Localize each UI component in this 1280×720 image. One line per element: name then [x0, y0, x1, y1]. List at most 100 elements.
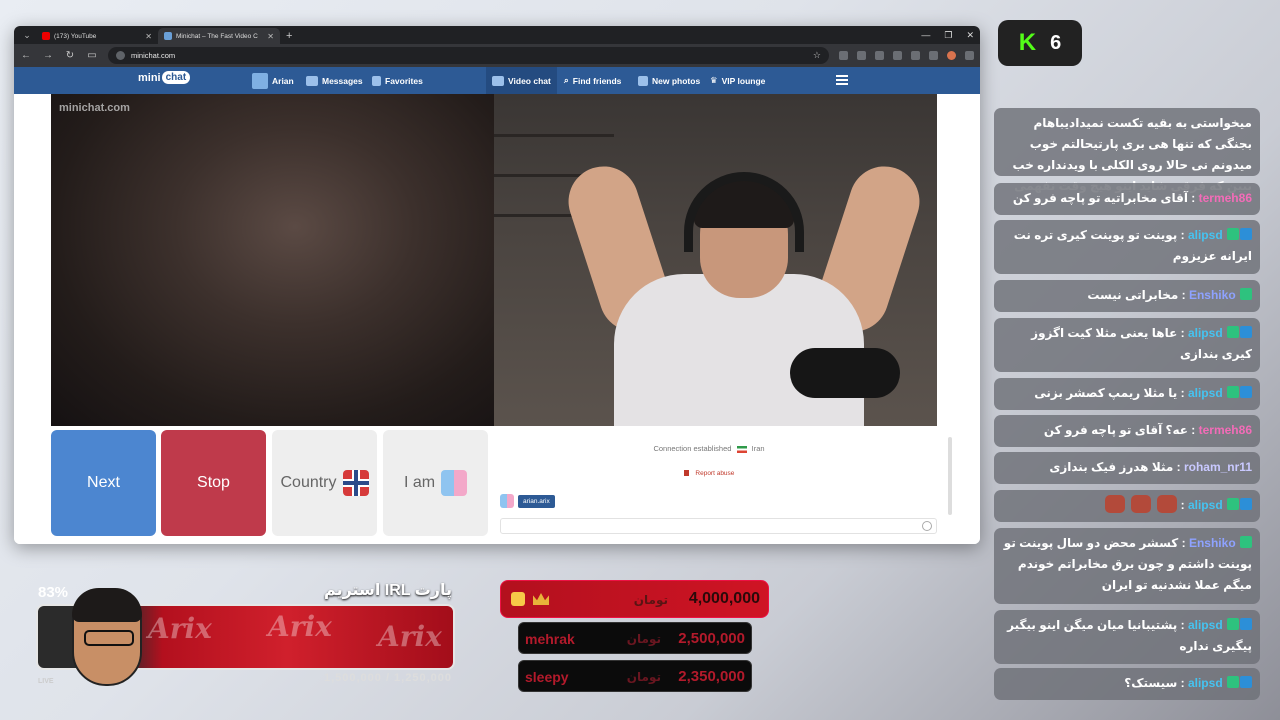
gender-icon	[500, 494, 514, 508]
chat-scrollbar[interactable]	[948, 437, 952, 515]
url-text: minichat.com	[131, 51, 176, 60]
window-close-icon[interactable]: ✕	[966, 26, 974, 44]
extension-icon[interactable]	[857, 51, 866, 60]
nav-vip-lounge[interactable]: ♛ VIP lounge	[710, 67, 765, 94]
currency-unit: تومان	[626, 632, 661, 646]
emote-icon	[1105, 495, 1126, 513]
tab-minichat[interactable]: Minichat – The Fast Video C ✕	[158, 28, 280, 44]
nav-label: Video chat	[508, 75, 551, 86]
button-label: Stop	[197, 474, 230, 491]
minichat-logo[interactable]: mini chat	[138, 71, 191, 84]
profile-icon[interactable]	[929, 51, 938, 60]
moderator-badge-icon	[1240, 326, 1252, 338]
extension-icon[interactable]	[839, 51, 848, 60]
forward-icon[interactable]: →	[42, 50, 54, 61]
live-label: LIVE	[38, 678, 54, 685]
reload-icon[interactable]: ↻	[64, 50, 76, 61]
minimize-icon[interactable]: —	[921, 26, 930, 44]
nav-new-photos[interactable]: New photos	[638, 67, 700, 94]
chat-message: alipsd : عاها یعنی مثلا کیت اگزوز کیری ب…	[994, 318, 1260, 372]
chat-username[interactable]: alipsd	[1188, 498, 1223, 512]
nav-label: Favorites	[385, 75, 423, 86]
address-bar[interactable]: minichat.com ☆	[108, 47, 829, 64]
chat-username[interactable]: alipsd	[1188, 228, 1223, 242]
next-button[interactable]: Next	[51, 430, 156, 536]
chat-text: عه؟ آقای تو پاچه فرو کن	[1043, 423, 1188, 437]
stop-button[interactable]: Stop	[161, 430, 266, 536]
kick-logo-icon: K	[1018, 29, 1037, 56]
tab-strip: ⌄ (173) YouTube ✕ Minichat – The Fast Vi…	[14, 26, 980, 44]
extensions-area	[839, 51, 974, 60]
moderator-badge-icon	[1240, 498, 1252, 510]
gender-button[interactable]: I am	[383, 430, 488, 536]
partner-name[interactable]: arian.arix	[518, 494, 555, 508]
top-donation: تومان 4,000,000	[500, 580, 769, 618]
nav-user[interactable]: Arian	[252, 67, 294, 94]
donation-amount: 4,000,000	[688, 590, 760, 607]
viewer-count-badge: K 6	[998, 20, 1082, 66]
nav-label: New photos	[652, 75, 701, 86]
chat-message: alipsd : پشتیبانیا میان میگن اینو بیگیر …	[994, 610, 1260, 664]
report-label: Report abuse	[695, 470, 735, 477]
partner-video: minichat.com	[51, 94, 494, 426]
bookmark-star-icon[interactable]: ☆	[813, 50, 821, 61]
chat-message: Enshiko : کسشر محض دو سال پوینت تو پوینت…	[994, 528, 1260, 604]
close-icon[interactable]: ✕	[267, 32, 274, 41]
chat-username[interactable]: Enshiko	[1189, 536, 1236, 550]
message-input[interactable]	[500, 518, 937, 534]
chat-text: یا مثلا ریمپ کصشر بزنی	[1034, 386, 1178, 400]
button-label: I am	[403, 474, 436, 491]
minichat-page: minichat.com Next Stop Country I am Conn…	[14, 94, 980, 544]
partner-tag: arian.arix	[500, 494, 555, 508]
maximize-icon[interactable]: ❐	[944, 26, 952, 44]
self-video	[494, 94, 937, 426]
donation-row: sleepy تومان 2,350,000	[518, 660, 752, 692]
chat-username[interactable]: alipsd	[1188, 618, 1223, 632]
chat-username[interactable]: roham_nr11	[1184, 460, 1252, 474]
download-icon[interactable]	[911, 51, 920, 60]
back-icon[interactable]: ←	[20, 50, 32, 61]
chat-username[interactable]: termeh86	[1199, 423, 1252, 437]
chat-message: alipsd : یا مثلا ریمپ کصشر بزنی	[994, 378, 1260, 410]
chat-username[interactable]: alipsd	[1188, 326, 1223, 340]
text-chat-panel: Connection established Iran Report abuse…	[494, 430, 937, 542]
chat-text: مثلا هدرز فیک بندازی	[1049, 460, 1174, 474]
nav-label: Find friends	[572, 75, 622, 86]
nav-label: Messages	[322, 75, 363, 86]
report-abuse-link[interactable]: Report abuse	[494, 470, 924, 477]
country-button[interactable]: Country	[272, 430, 377, 536]
emoji-icon[interactable]	[922, 521, 932, 531]
new-tab-button[interactable]: +	[280, 28, 298, 44]
menu-dots-icon[interactable]	[965, 51, 974, 60]
currency-unit: تومان	[626, 670, 661, 684]
user-avatar-icon	[252, 72, 268, 89]
og-badge-icon	[1227, 618, 1239, 630]
avatar[interactable]	[947, 51, 956, 60]
nav-messages[interactable]: Messages	[306, 67, 363, 94]
nav-favorites[interactable]: Favorites	[372, 67, 423, 94]
sidebar-icon[interactable]: ▭	[86, 50, 98, 61]
puzzle-icon[interactable]	[893, 51, 902, 60]
tab-youtube[interactable]: (173) YouTube ✕	[36, 28, 158, 44]
close-icon[interactable]: ✕	[145, 32, 152, 41]
chat-message: alipsd : سیستک؟	[994, 668, 1260, 700]
moderator-badge-icon	[1240, 618, 1252, 630]
goal-percent: 83%	[38, 584, 69, 601]
extension-icon[interactable]	[875, 51, 884, 60]
chat-username[interactable]: alipsd	[1188, 386, 1223, 400]
hamburger-menu-icon[interactable]	[836, 75, 848, 85]
bookmark-icon	[372, 75, 381, 86]
chat-username[interactable]: termeh86	[1199, 191, 1252, 205]
emote-icon	[1131, 495, 1152, 513]
site-info-icon[interactable]	[116, 51, 125, 60]
tab-title: (173) YouTube	[54, 32, 97, 40]
emote-icon	[1157, 495, 1178, 513]
chat-username[interactable]: Enshiko	[1189, 288, 1236, 302]
headphones	[684, 172, 804, 252]
currency-unit: تومان	[633, 593, 668, 607]
nav-video-chat[interactable]: Video chat	[486, 67, 557, 94]
chat-username[interactable]: alipsd	[1188, 676, 1223, 690]
tab-search-icon[interactable]: ⌄	[18, 26, 36, 44]
envelope-icon	[306, 75, 318, 86]
nav-find-friends[interactable]: ⌕ Find friends	[564, 67, 621, 94]
